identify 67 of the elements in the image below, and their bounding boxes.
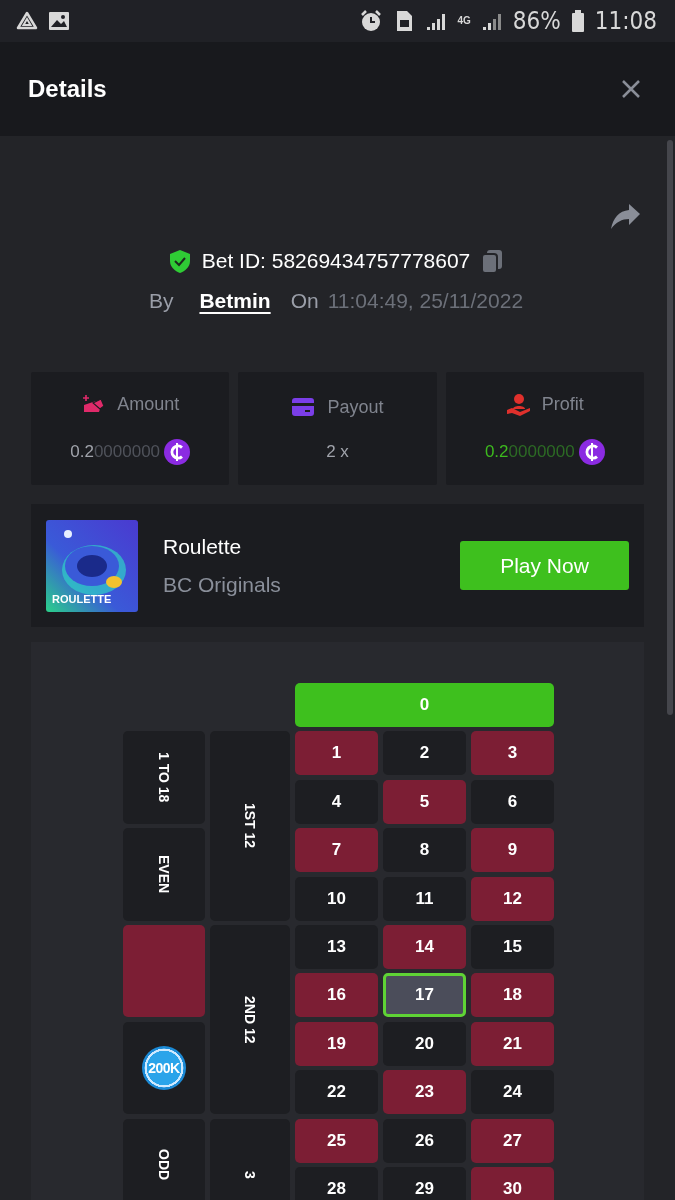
number-cell[interactable]: 26 xyxy=(383,1118,466,1163)
number-cell[interactable]: 29 xyxy=(383,1166,466,1200)
number-cell[interactable]: 19 xyxy=(295,1021,378,1066)
shield-check-icon xyxy=(167,248,192,274)
hand-person-icon xyxy=(505,392,530,417)
bet-cell[interactable]: 1 TO 18 xyxy=(123,731,205,824)
number-cell[interactable]: 27 xyxy=(471,1118,554,1163)
stat-value: 0.20000000 xyxy=(70,441,161,462)
number-cell[interactable]: 7 xyxy=(295,828,378,873)
chip: 200K xyxy=(142,1045,186,1090)
number-cell[interactable]: 6 xyxy=(471,779,554,824)
number-cell[interactable]: 16 xyxy=(295,973,378,1018)
stat-label: Profit xyxy=(541,394,584,415)
number-cell[interactable]: 1 xyxy=(295,731,378,776)
number-cell[interactable]: 9 xyxy=(471,828,554,873)
user-link[interactable]: Betmin xyxy=(199,289,271,313)
dozen-cell[interactable]: 2ND 12 xyxy=(210,924,290,1115)
coin-icon xyxy=(164,438,191,465)
stat-label: Amount xyxy=(117,394,180,415)
number-cell[interactable]: 21 xyxy=(471,1021,554,1066)
number-cell[interactable]: 25 xyxy=(295,1118,378,1163)
number-cell[interactable]: 20 xyxy=(383,1021,466,1066)
dialog-title: Details xyxy=(28,75,107,103)
image-icon xyxy=(48,11,70,31)
game-provider: BC Originals xyxy=(163,572,282,597)
number-cell[interactable]: 10 xyxy=(295,876,378,921)
number-cell[interactable]: 14 xyxy=(383,924,466,969)
number-cell[interactable]: 12 xyxy=(471,876,554,921)
number-cell[interactable]: 30 xyxy=(471,1166,554,1200)
number-cell[interactable]: 8 xyxy=(383,828,466,873)
battery-percent: 86% xyxy=(512,9,561,33)
copy-icon[interactable] xyxy=(480,248,505,274)
number-cell[interactable]: 22 xyxy=(295,1070,378,1115)
number-cell[interactable]: 4 xyxy=(295,779,378,824)
bet-cell[interactable]: ODD xyxy=(123,1118,205,1200)
dozen-cell[interactable]: 3 xyxy=(210,1118,290,1200)
dozen-cell[interactable]: 1ST 12 xyxy=(210,731,290,921)
game-name: Roulette xyxy=(163,534,243,559)
bet-cell[interactable] xyxy=(123,924,205,1018)
stat-value: 2 x xyxy=(326,441,349,462)
stat-value: 0.20000000 xyxy=(484,441,575,462)
number-cell[interactable]: 2 xyxy=(383,731,466,776)
number-cell[interactable]: 5 xyxy=(383,779,466,824)
number-cell[interactable]: 28 xyxy=(295,1166,378,1200)
number-cell[interactable]: 13 xyxy=(295,924,378,969)
bet-cell[interactable]: EVEN xyxy=(123,828,205,921)
by-label: By xyxy=(148,289,174,313)
number-cell[interactable]: 3 xyxy=(471,731,554,776)
bet-id: Bet ID: 58269434757778607 xyxy=(201,249,471,273)
stat-label: Payout xyxy=(327,397,384,418)
number-cell[interactable]: 17 xyxy=(383,973,466,1018)
number-cell[interactable]: 11 xyxy=(383,876,466,921)
battery-icon xyxy=(570,10,585,32)
number-cell[interactable]: 23 xyxy=(383,1070,466,1115)
network-type: 4G xyxy=(457,16,471,26)
thumbnail-label: ROULETTE xyxy=(52,592,112,605)
clock-time: 11:08 xyxy=(594,9,657,33)
number-cell[interactable]: 18 xyxy=(471,973,554,1018)
number-cell[interactable]: 15 xyxy=(471,924,554,969)
bet-datetime: 11:04:49, 25/11/2022 xyxy=(327,289,524,313)
share-icon[interactable] xyxy=(610,203,641,230)
drive-icon xyxy=(16,11,38,31)
number-cell[interactable]: 24 xyxy=(471,1070,554,1115)
scrollbar[interactable] xyxy=(667,140,673,715)
coin-icon xyxy=(578,438,605,465)
on-label: On xyxy=(290,289,319,313)
close-icon[interactable] xyxy=(621,79,641,99)
